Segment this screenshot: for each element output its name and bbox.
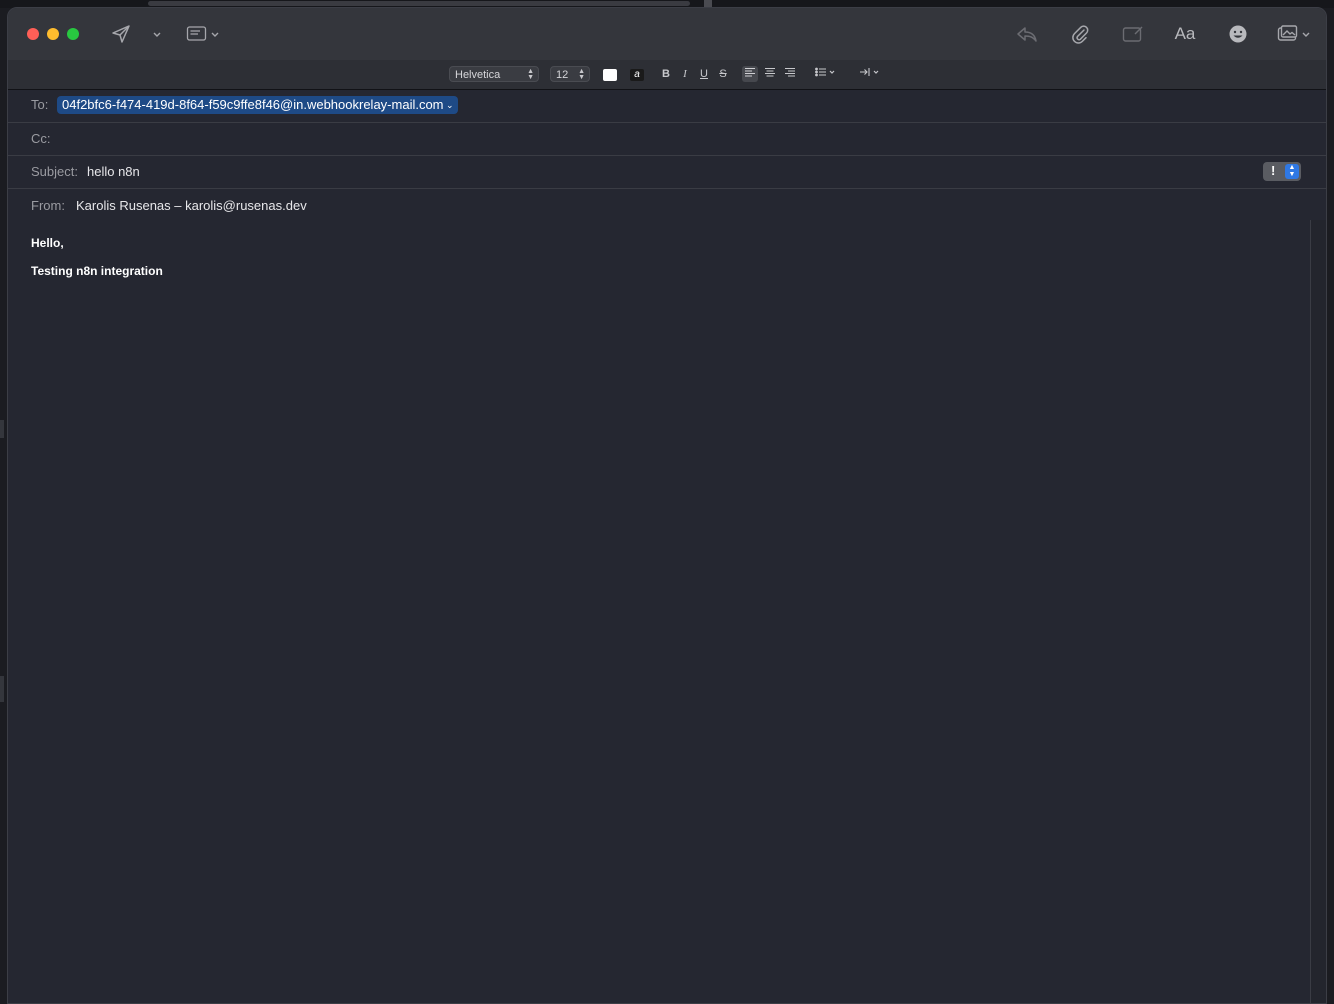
bold-button[interactable]: B xyxy=(660,66,672,82)
font-panel-button[interactable]: Aa xyxy=(1171,22,1199,46)
to-recipient-token[interactable]: 04f2bfc6-f474-419d-8f64-f59c9ffe8f46@in.… xyxy=(57,96,458,114)
bulleted-list-icon xyxy=(815,67,837,80)
compose-window: Aa Helvetica ▲ ▼ 12 ▲ ▼ a B I U S To: 04… xyxy=(7,7,1327,1004)
subject-label: Subject: xyxy=(31,164,78,179)
vertical-scrollbar[interactable] xyxy=(1310,220,1326,1003)
list-style-dropdown[interactable] xyxy=(813,66,839,82)
format-bar: Helvetica ▲ ▼ 12 ▲ ▼ a B I U S xyxy=(8,60,1326,90)
align-right-button[interactable] xyxy=(782,66,798,82)
from-label: From: xyxy=(31,198,65,213)
background-window-edge-mark xyxy=(0,420,4,438)
header-fields-button[interactable] xyxy=(183,22,223,46)
header-fields-icon xyxy=(186,25,208,43)
emoji-icon xyxy=(1228,24,1248,44)
from-row: From: Karolis Rusenas – karolis@rusenas.… xyxy=(8,188,1326,221)
background-window-edge xyxy=(148,1,690,6)
to-label: To: xyxy=(31,97,49,112)
chevron-down-icon xyxy=(210,29,220,39)
markup-button[interactable] xyxy=(1120,22,1146,46)
message-body-editor[interactable]: Hello, Testing n8n integration xyxy=(8,220,1310,1003)
to-row: To: 04f2bfc6-f474-419d-8f64-f59c9ffe8f46… xyxy=(8,89,1326,123)
send-button[interactable] xyxy=(109,22,133,46)
body-line: Testing n8n integration xyxy=(31,264,163,278)
photo-browser-icon xyxy=(1277,25,1299,43)
italic-button[interactable]: I xyxy=(679,66,691,82)
body-line: Hello, xyxy=(31,236,64,250)
chevron-down-icon xyxy=(1301,29,1311,39)
font-family-value: Helvetica xyxy=(455,69,501,81)
stepper-arrows-icon: ▲ ▼ xyxy=(578,68,585,81)
cc-input[interactable] xyxy=(63,122,1316,155)
priority-select[interactable]: ! ▲ ▼ xyxy=(1263,162,1301,181)
stepper-arrows-icon: ▲ ▼ xyxy=(527,68,534,81)
underline-button[interactable]: U xyxy=(698,66,710,82)
stepper-arrows-icon: ▲ ▼ xyxy=(1285,164,1299,179)
send-icon xyxy=(111,24,131,44)
markup-icon xyxy=(1122,25,1144,43)
reply-icon xyxy=(1016,25,1038,43)
font-family-select[interactable]: Helvetica ▲ ▼ xyxy=(449,66,539,82)
align-center-icon xyxy=(764,68,776,80)
cc-label: Cc: xyxy=(31,131,51,146)
paperclip-icon xyxy=(1071,24,1089,44)
strikethrough-button[interactable]: S xyxy=(717,66,729,82)
align-left-icon xyxy=(744,68,756,80)
zoom-window-button[interactable] xyxy=(67,28,79,40)
font-panel-label: Aa xyxy=(1174,24,1196,43)
send-options-dropdown[interactable] xyxy=(150,22,164,46)
emoji-button[interactable] xyxy=(1226,22,1250,46)
chevron-down-icon xyxy=(152,29,162,39)
background-window-edge-mark xyxy=(0,676,4,702)
cc-row: Cc: xyxy=(8,122,1326,156)
minimize-window-button[interactable] xyxy=(47,28,59,40)
reply-button[interactable] xyxy=(1014,22,1040,46)
subject-row: Subject: hello n8n ! ▲ ▼ xyxy=(8,155,1326,189)
text-color-glyph-icon: a xyxy=(634,69,640,80)
indent-dropdown[interactable] xyxy=(857,66,883,82)
font-size-select[interactable]: 12 ▲ ▼ xyxy=(550,66,590,82)
align-center-button[interactable] xyxy=(762,66,778,82)
chevron-down-icon: ⌄ xyxy=(445,100,454,110)
close-window-button[interactable] xyxy=(27,28,39,40)
compose-toolbar: Aa xyxy=(8,8,1326,60)
attach-button[interactable] xyxy=(1068,22,1092,46)
priority-symbol: ! xyxy=(1271,163,1276,178)
to-recipient-address: 04f2bfc6-f474-419d-8f64-f59c9ffe8f46@in.… xyxy=(62,97,444,112)
photo-browser-button[interactable] xyxy=(1274,22,1314,46)
subject-input[interactable]: hello n8n xyxy=(87,164,140,179)
text-color-button[interactable] xyxy=(603,69,617,81)
align-left-button[interactable] xyxy=(742,66,758,82)
font-size-value: 12 xyxy=(556,69,569,81)
indent-icon xyxy=(859,68,881,80)
from-account-select[interactable]: Karolis Rusenas – karolis@rusenas.dev xyxy=(76,198,307,213)
align-right-icon xyxy=(784,68,796,80)
background-color-button[interactable]: a xyxy=(630,69,644,81)
